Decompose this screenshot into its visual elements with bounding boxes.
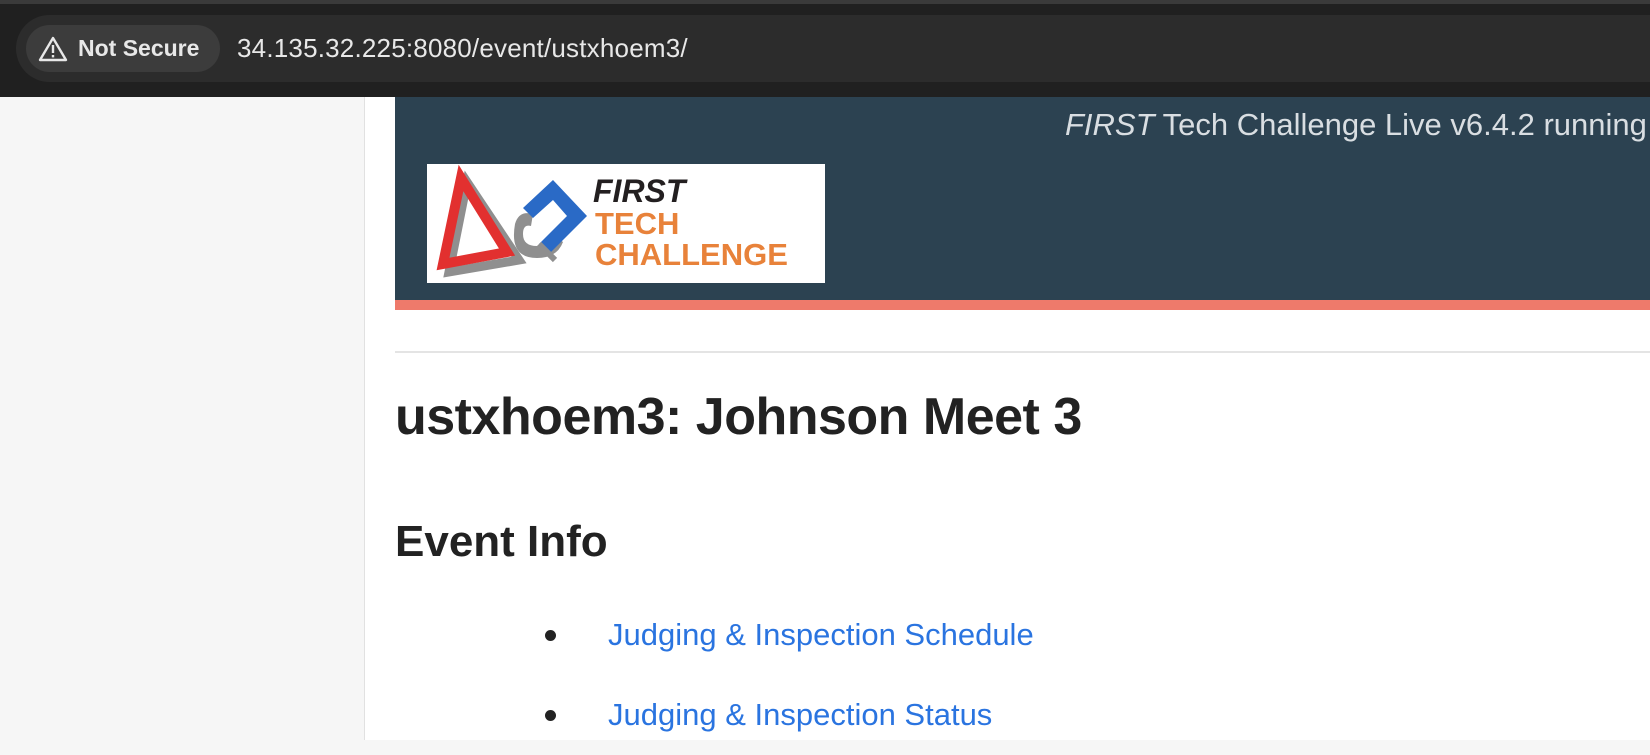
ftc-logo-graphic: FIRST TECH CHALLENGE: [436, 164, 788, 278]
judging-inspection-status-link[interactable]: Judging & Inspection Status: [608, 697, 992, 733]
content-card: FIRST Tech Challenge Live v6.4.2 running…: [364, 97, 1650, 740]
event-info-links: Judging & Inspection Schedule Judging & …: [545, 595, 1034, 755]
omnibox[interactable]: Not Secure 34.135.32.225:8080/event/ustx…: [16, 15, 1650, 82]
page-viewport: FIRST Tech Challenge Live v6.4.2 running…: [0, 97, 1650, 740]
version-line: FIRST Tech Challenge Live v6.4.2 running: [1065, 107, 1647, 143]
version-rest: Tech Challenge Live v6.4.2 running: [1154, 107, 1647, 142]
url-text[interactable]: 34.135.32.225:8080/event/ustxhoem3/: [237, 15, 688, 82]
logo-tech-text: TECH: [595, 206, 679, 241]
security-indicator-button[interactable]: Not Secure: [26, 25, 220, 72]
logo-challenge-text: CHALLENGE: [595, 237, 788, 272]
ftc-logo: FIRST TECH CHALLENGE: [427, 164, 825, 283]
site-header: FIRST Tech Challenge Live v6.4.2 running…: [395, 97, 1650, 310]
section-divider: [395, 351, 1650, 353]
version-first: FIRST: [1065, 107, 1155, 142]
judging-inspection-schedule-link[interactable]: Judging & Inspection Schedule: [608, 617, 1034, 653]
header-accent-rule: [395, 300, 1650, 310]
warning-triangle-icon: [38, 36, 68, 61]
page-title: ustxhoem3: Johnson Meet 3: [395, 388, 1082, 446]
logo-first-text: FIRST: [593, 173, 688, 209]
browser-address-bar: Not Secure 34.135.32.225:8080/event/ustx…: [0, 4, 1650, 97]
list-item: Judging & Inspection Schedule: [545, 595, 1034, 675]
list-item: Judging & Inspection Status: [545, 675, 1034, 755]
bullet-icon: [545, 709, 556, 721]
event-info-heading: Event Info: [395, 517, 608, 566]
bullet-icon: [545, 629, 556, 641]
security-label: Not Secure: [78, 35, 200, 61]
